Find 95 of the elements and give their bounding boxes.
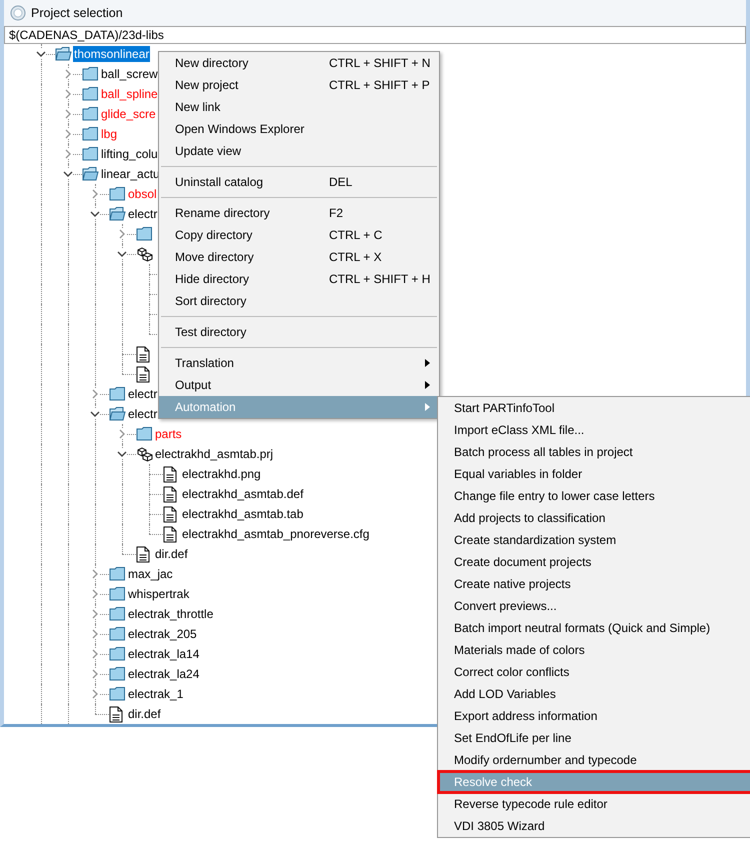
tree-item[interactable]: parts [154,426,183,442]
menu-item[interactable]: Create standardization system [438,529,750,551]
document-icon [163,526,177,543]
folder-icon [82,106,99,121]
tree-item[interactable]: electrak_throttle [127,606,214,622]
menu-item[interactable]: Uninstall catalog DEL [159,171,439,193]
open-folder-icon [109,406,126,421]
folder-icon [109,686,126,701]
tree-item[interactable]: ball_screw [100,66,159,82]
menu-item[interactable]: Update view [159,140,439,162]
tree-item[interactable]: electrak_la14 [127,646,200,662]
tree-item[interactable]: electr [127,386,158,402]
folder-icon [109,606,126,621]
document-icon [136,546,150,563]
tree-item[interactable]: lbg [100,126,118,142]
tree-item[interactable]: linear_actu [100,166,161,182]
submenu-arrow-icon [425,403,430,411]
folder-icon [109,566,126,581]
tree-item[interactable]: ball_spline [100,86,159,102]
folder-icon [136,426,153,441]
document-icon [163,486,177,503]
tree-item[interactable]: electrakhd.png [181,466,262,482]
menu-item[interactable]: Start PARTinfoTool [438,397,750,419]
menu-item[interactable]: Hide directory CTRL + SHIFT + H [159,268,439,290]
menu-item[interactable]: Export address information [438,705,750,727]
menu-item[interactable]: Reverse typecode rule editor [438,793,750,815]
folder-icon [109,666,126,681]
folder-icon [82,66,99,81]
tree-item[interactable]: electr [127,406,158,422]
tree-item[interactable]: dir.def [127,706,162,722]
folder-icon [82,86,99,101]
tree-item[interactable]: lifting_colu [100,146,159,162]
menu-item[interactable]: Output [159,374,439,396]
menu-item[interactable]: Add LOD Variables [438,683,750,705]
open-folder-icon [82,166,99,181]
menu-item[interactable]: VDI 3805 Wizard [438,815,750,837]
menu-item[interactable]: Sort directory [159,290,439,312]
folder-icon [109,386,126,401]
folder-icon [109,626,126,641]
menu-item[interactable]: Batch import neutral formats (Quick and Simple) [438,617,750,639]
menu-item[interactable]: New project CTRL + SHIFT + P [159,74,439,96]
tree-item[interactable]: electrak_205 [127,626,198,642]
document-icon [136,346,150,363]
menu-item[interactable]: Import eClass XML file... [438,419,750,441]
tree-item[interactable]: electr [127,206,158,222]
cubes-icon [136,246,153,262]
menu-item[interactable]: Create document projects [438,551,750,573]
app-icon [10,5,26,21]
tree-item[interactable]: electrakhd_asmtab.def [181,486,304,502]
folder-icon [136,226,153,241]
cubes-icon [136,446,153,462]
menu-item[interactable]: Move directory CTRL + X [159,246,439,268]
menu-item[interactable]: Batch process all tables in project [438,441,750,463]
menu-item[interactable]: Set EndOfLife per line [438,727,750,749]
tree-item[interactable]: electrakhd_asmtab_pnoreverse.cfg [181,526,370,542]
tree-item[interactable]: whispertrak [127,586,190,602]
menu-item[interactable]: New directory CTRL + SHIFT + N [159,52,439,74]
document-icon [163,506,177,523]
folder-icon [109,186,126,201]
menu-item[interactable]: New link [159,96,439,118]
menu-item[interactable]: Test directory [159,321,439,343]
menu-item[interactable]: Create native projects [438,573,750,595]
folder-icon [82,146,99,161]
menu-item[interactable]: Convert previews... [438,595,750,617]
menu-item[interactable]: Modify ordernumber and typecode [438,749,750,771]
open-folder-icon [55,46,72,61]
tree-item[interactable]: electrak_la24 [127,666,200,682]
tree-item[interactable]: electrakhd_asmtab.tab [181,506,304,522]
menu-item[interactable]: Translation [159,352,439,374]
tree-item[interactable]: thomsonlinear [73,46,150,62]
tree-item[interactable]: max_jac [127,566,174,582]
tree-item[interactable]: dir.def [154,546,189,562]
folder-icon [109,586,126,601]
menu-item[interactable]: Change file entry to lower case letters [438,485,750,507]
menu-item[interactable]: Equal variables in folder [438,463,750,485]
tree-item[interactable]: glide_scre [100,106,157,122]
menu-item[interactable]: Copy directory CTRL + C [159,224,439,246]
submenu-arrow-icon [425,381,430,389]
menu-item[interactable]: Correct color conflicts [438,661,750,683]
tree-item[interactable]: electrak_1 [127,686,184,702]
tree-item[interactable]: obsol [127,186,158,202]
folder-icon [82,126,99,141]
folder-icon [109,646,126,661]
menu-item[interactable]: Rename directory F2 [159,202,439,224]
menu-item[interactable]: Add projects to classification [438,507,750,529]
document-icon [136,366,150,383]
document-icon [163,466,177,483]
submenu-arrow-icon [425,359,430,367]
open-folder-icon [109,206,126,221]
menu-item[interactable]: Open Windows Explorer [159,118,439,140]
path-field[interactable]: $(CADENAS_DATA)/23d-libs [4,26,746,44]
window-title: Project selection [31,6,123,20]
document-icon [109,706,123,723]
menu-item[interactable]: Materials made of colors [438,639,750,661]
tree-item[interactable]: electrakhd_asmtab.prj [154,446,274,462]
